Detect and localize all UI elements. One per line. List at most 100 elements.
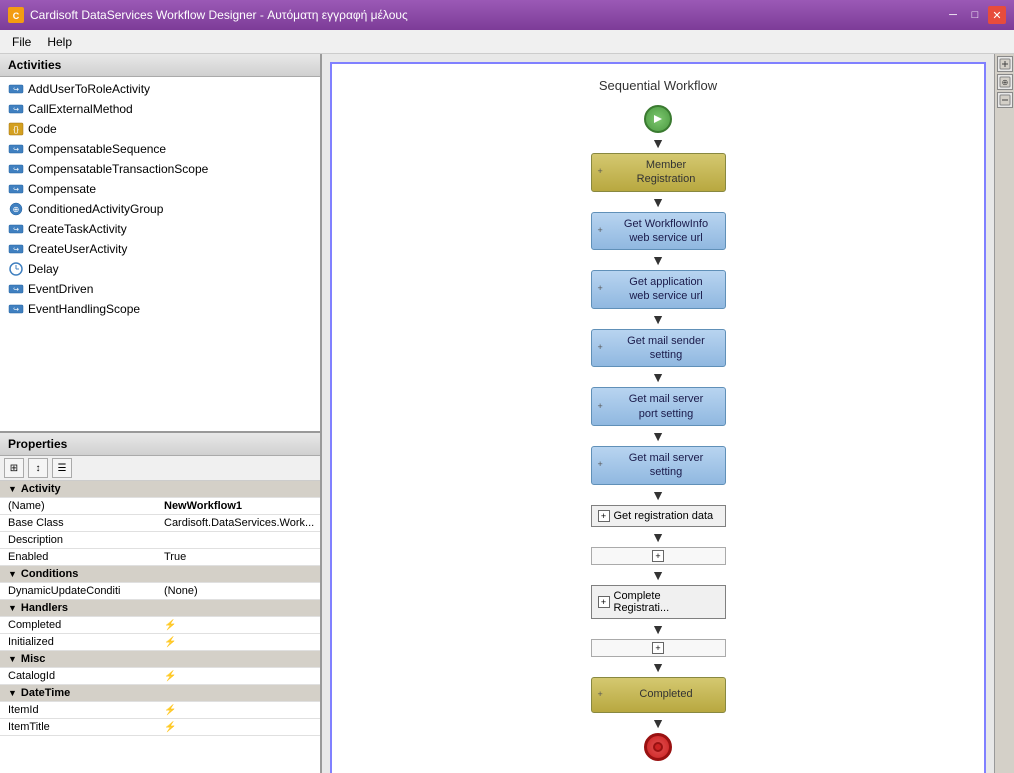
prop-value: ⚡ (160, 702, 320, 719)
workflow-node-mail-server[interactable]: + Get mail serversetting (591, 446, 726, 485)
activity-item[interactable]: ↪ CompensatableSequence (0, 139, 320, 159)
svg-text:↪: ↪ (13, 227, 19, 234)
activity-item[interactable]: ↪ EventDriven (0, 279, 320, 299)
left-panel: Activities ↪ AddUserToRoleActivity ↪ Cal… (0, 54, 322, 773)
workflow-node-completed[interactable]: + Completed (591, 677, 726, 713)
flow-arrow: ▼ (651, 657, 665, 677)
side-btn-1[interactable] (997, 56, 1013, 72)
blue-arrow-icon: ↪ (8, 181, 24, 197)
section-label: Conditions (21, 568, 78, 580)
prop-key: Enabled (0, 549, 160, 566)
minimize-button[interactable]: ─ (944, 6, 962, 24)
prop-value: ⚡ (160, 668, 320, 685)
lightning-icon: ⚡ (164, 722, 176, 733)
flow-arrow: ▼ (651, 426, 665, 446)
props-list-btn[interactable]: ☰ (52, 458, 72, 478)
flow-arrow: ▼ (651, 527, 665, 547)
expand-button[interactable]: + (598, 510, 610, 522)
activity-item[interactable]: ⊕ ConditionedActivityGroup (0, 199, 320, 219)
activity-item[interactable]: ↪ CreateTaskActivity (0, 219, 320, 239)
props-section-datetime: ▼ DateTime (0, 685, 320, 702)
expand-icon[interactable]: ▼ (8, 484, 17, 494)
props-toolbar: ⊞ ↕ ☰ (0, 456, 320, 481)
flow-arrow: ▼ (651, 565, 665, 585)
activity-item[interactable]: ↪ EventHandlingScope (0, 299, 320, 319)
activity-item[interactable]: ↪ AddUserToRoleActivity (0, 79, 320, 99)
props-section-handlers: ▼ Handlers (0, 600, 320, 617)
section-label: Misc (21, 653, 45, 665)
main-layout: Activities ↪ AddUserToRoleActivity ↪ Cal… (0, 54, 1014, 773)
activities-list[interactable]: ↪ AddUserToRoleActivity ↪ CallExternalMe… (0, 77, 320, 431)
props-table-element: ▼ Activity (Name) NewWorkflow1 Base Clas… (0, 481, 320, 736)
circle-icon: ⊕ (8, 201, 24, 217)
expand-icon[interactable]: ▼ (8, 688, 17, 698)
node-label: Complete Registrati... (614, 590, 719, 614)
expand-icon[interactable]: ▼ (8, 569, 17, 579)
menu-bar: File Help (0, 30, 1014, 54)
expand-icon[interactable]: ▼ (8, 654, 17, 664)
workflow-start-node (644, 105, 672, 133)
workflow-node-inner-expand[interactable]: + (591, 547, 726, 565)
expand-inner-icon[interactable]: + (652, 550, 664, 562)
props-row: Completed ⚡ (0, 617, 320, 634)
node-icon: + (598, 459, 610, 471)
blue-arrow-icon: ↪ (8, 281, 24, 297)
svg-text:↪: ↪ (13, 107, 19, 114)
workflow-node-complete-registration[interactable]: + Complete Registrati... (591, 585, 726, 619)
node-label: Get mail serverport setting (614, 392, 719, 421)
blue-arrow-icon: ↪ (8, 141, 24, 157)
workflow-area[interactable]: Sequential Workflow ▼ + MemberRegistrati… (322, 54, 994, 773)
prop-key: ItemId (0, 702, 160, 719)
node-icon: + (598, 401, 610, 413)
workflow-node-workflowinfo-url[interactable]: + Get WorkflowInfoweb service url (591, 212, 726, 251)
side-btn-2[interactable]: ⊕ (997, 74, 1013, 90)
workflow-node-inner-expand2[interactable]: + (591, 639, 726, 657)
lightning-icon: ⚡ (164, 637, 176, 648)
node-icon: + (598, 283, 610, 295)
flow-arrow: ▼ (651, 192, 665, 212)
workflow-flow: ▼ + MemberRegistration ▼ + Get WorkflowI… (342, 105, 974, 761)
section-label: Handlers (21, 602, 68, 614)
lightning-icon: ⚡ (164, 671, 176, 682)
menu-file[interactable]: File (4, 33, 39, 51)
section-label: Activity (21, 483, 61, 495)
workflow-node-mail-port[interactable]: + Get mail serverport setting (591, 387, 726, 426)
workflow-canvas: Sequential Workflow ▼ + MemberRegistrati… (330, 62, 986, 773)
workflow-end-node (644, 733, 672, 761)
workflow-node-member-registration[interactable]: + MemberRegistration (591, 153, 726, 192)
close-button[interactable]: ✕ (988, 6, 1006, 24)
node-label: MemberRegistration (614, 158, 719, 187)
title-bar: C Cardisoft DataServices Workflow Design… (0, 0, 1014, 30)
activity-item[interactable]: {} Code (0, 119, 320, 139)
activity-item[interactable]: ↪ CreateUserActivity (0, 239, 320, 259)
properties-table[interactable]: ▼ Activity (Name) NewWorkflow1 Base Clas… (0, 481, 320, 773)
svg-text:{}: {} (13, 125, 19, 134)
workflow-node-registration-data[interactable]: + Get registration data (591, 505, 726, 527)
prop-key: Description (0, 532, 160, 549)
workflow-title: Sequential Workflow (342, 74, 974, 97)
props-row: DynamicUpdateConditi (None) (0, 583, 320, 600)
activity-item[interactable]: Delay (0, 259, 320, 279)
props-grid-btn[interactable]: ⊞ (4, 458, 24, 478)
expand-inner-icon[interactable]: + (652, 642, 664, 654)
activity-item[interactable]: ↪ CompensatableTransactionScope (0, 159, 320, 179)
maximize-button[interactable]: □ (966, 6, 984, 24)
side-btn-3[interactable] (997, 92, 1013, 108)
expand-button[interactable]: + (598, 596, 610, 608)
prop-value: ⚡ (160, 634, 320, 651)
activity-item[interactable]: ↪ Compensate (0, 179, 320, 199)
workflow-node-app-url[interactable]: + Get applicationweb service url (591, 270, 726, 309)
menu-help[interactable]: Help (39, 33, 80, 51)
flow-arrow: ▼ (651, 713, 665, 733)
svg-text:↪: ↪ (13, 147, 19, 154)
node-icon: + (598, 225, 610, 237)
blue-arrow-icon: ↪ (8, 221, 24, 237)
svg-text:↪: ↪ (13, 307, 19, 314)
activity-item[interactable]: ↪ CallExternalMethod (0, 99, 320, 119)
props-row: Description (0, 532, 320, 549)
expand-icon[interactable]: ▼ (8, 603, 17, 613)
flow-arrow: ▼ (651, 619, 665, 639)
prop-key: CatalogId (0, 668, 160, 685)
workflow-node-mail-sender[interactable]: + Get mail sendersetting (591, 329, 726, 368)
props-sort-btn[interactable]: ↕ (28, 458, 48, 478)
